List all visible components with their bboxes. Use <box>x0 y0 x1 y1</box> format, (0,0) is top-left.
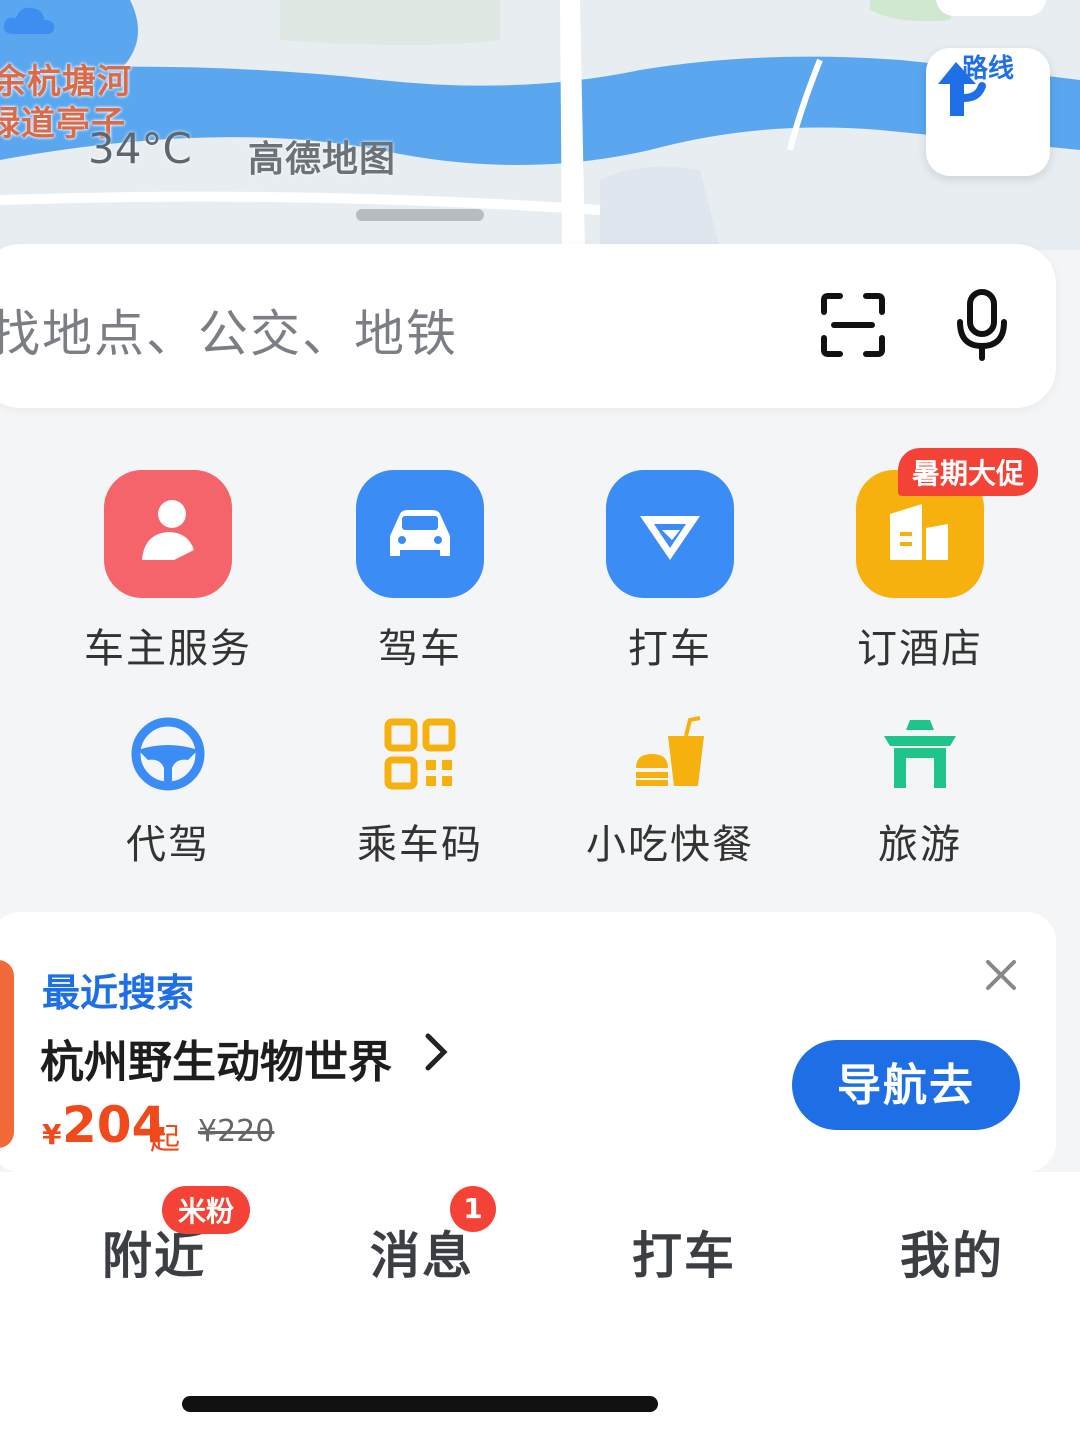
microphone-icon[interactable] <box>952 288 1012 362</box>
search-bar[interactable]: 找地点、公交、地铁 <box>0 244 1056 408</box>
chevron-right-icon[interactable] <box>424 1032 450 1072</box>
service-fast-food[interactable]: 小吃快餐 <box>570 714 770 870</box>
service-label: 代驾 <box>126 822 210 868</box>
gate-icon <box>884 720 956 788</box>
temperature: 34°C <box>88 124 192 173</box>
service-label: 车主服务 <box>84 626 252 672</box>
tab-mine[interactable]: 我的 <box>900 1216 1004 1288</box>
price-suffix: 起 <box>150 1122 180 1157</box>
service-travel[interactable]: 旅游 <box>820 714 1020 870</box>
navigate-button[interactable]: 导航去 <box>792 1040 1020 1130</box>
service-hotel[interactable]: 订酒店 <box>820 470 1020 674</box>
currency-symbol: ¥ <box>42 1118 62 1151</box>
qr-code-icon <box>384 718 456 790</box>
close-icon[interactable] <box>984 958 1018 992</box>
home-indicator[interactable] <box>182 1396 658 1412</box>
car-owner-icon <box>104 470 232 598</box>
service-taxi[interactable]: 打车 <box>570 470 770 674</box>
drag-handle[interactable] <box>356 209 484 221</box>
map-view[interactable]: 余杭塘河 绿道亭子 34°C 高德地图 路线 <box>0 0 1080 250</box>
service-drive[interactable]: 驾车 <box>320 470 520 674</box>
top-pill-button[interactable] <box>936 0 1046 16</box>
recent-place-name[interactable]: 杭州野生动物世界 <box>40 1026 392 1090</box>
scan-icon[interactable] <box>820 292 886 358</box>
service-label: 乘车码 <box>357 822 483 868</box>
place-thumbnail <box>0 960 14 1148</box>
tab-badge: 米粉 <box>162 1186 251 1234</box>
original-price: ¥220 <box>198 1114 275 1149</box>
service-label: 打车 <box>628 626 712 672</box>
service-designated-driver[interactable]: 代驾 <box>68 714 268 870</box>
recent-search-card[interactable]: 最近搜索 杭州野生动物世界 ¥ 204 起 ¥220 导航去 <box>0 912 1056 1172</box>
service-label: 驾车 <box>378 626 462 672</box>
taxi-logo-icon <box>606 470 734 598</box>
fast-food-icon <box>636 716 704 786</box>
map-brand-watermark: 高德地图 <box>248 139 397 180</box>
search-input[interactable]: 找地点、公交、地铁 <box>0 294 458 366</box>
route-arrow-icon <box>938 62 986 116</box>
service-ride-code[interactable]: 乘车码 <box>320 714 520 870</box>
service-label: 订酒店 <box>857 626 983 672</box>
service-label: 旅游 <box>878 822 962 868</box>
promo-badge: 暑期大促 <box>898 448 1039 496</box>
service-label: 小吃快餐 <box>586 822 754 868</box>
steering-wheel-icon <box>131 717 205 791</box>
car-icon <box>356 470 484 598</box>
cloud-icon <box>3 7 55 34</box>
recent-search-title: 最近搜索 <box>42 971 195 1015</box>
tab-taxi[interactable]: 打车 <box>632 1216 736 1288</box>
route-button[interactable]: 路线 <box>926 48 1050 176</box>
unread-count-badge: 1 <box>450 1186 496 1232</box>
service-car-owner[interactable]: 车主服务 <box>68 470 268 674</box>
